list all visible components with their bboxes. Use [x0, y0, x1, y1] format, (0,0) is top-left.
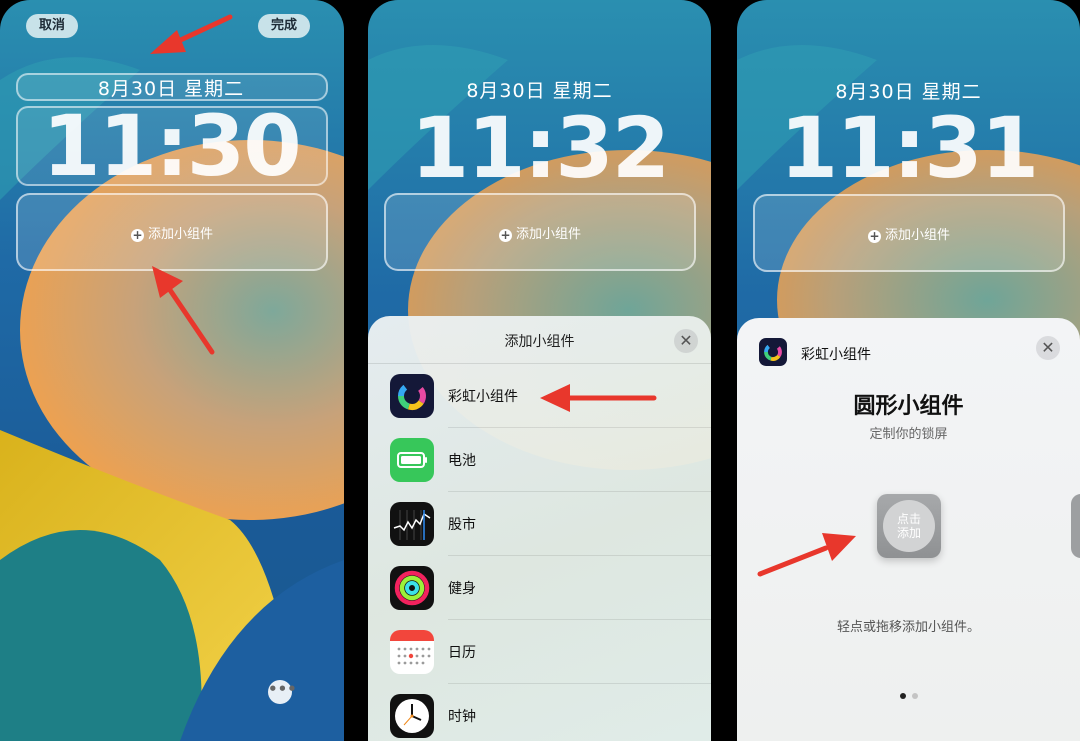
- calendar-icon: [390, 630, 434, 674]
- circular-widget-preview[interactable]: 点击 添加: [877, 494, 941, 558]
- time-label: 11:31: [779, 99, 1039, 197]
- plus-circle-icon: +: [130, 228, 144, 242]
- close-icon[interactable]: ✕: [674, 329, 698, 353]
- widget-gallery-panel: 8月30日 星期二 11:31 + 添加小组件 彩虹小组件 ✕ 圆形小组件 定制你…: [737, 0, 1080, 741]
- add-widget-sheet: 添加小组件 ✕ 彩虹小组件 电池 股市 健身 日历 时钟: [368, 316, 711, 741]
- ellipsis-icon[interactable]: •••: [268, 680, 297, 704]
- add-widget-area[interactable]: + 添加小组件: [16, 193, 328, 271]
- battery-icon: [390, 438, 434, 482]
- app-label: 日历: [448, 645, 476, 661]
- tap-label-line2: 添加: [896, 526, 921, 540]
- add-widget-sheet-panel: 8月30日 星期二 11:32 + 添加小组件 添加小组件 ✕ 彩虹小组件 电池…: [368, 0, 711, 741]
- add-widget-label: 添加小组件: [147, 227, 213, 242]
- time-label: 11:30: [42, 97, 301, 195]
- app-row-fitness[interactable]: 健身: [390, 556, 711, 620]
- app-label: 股市: [448, 517, 476, 533]
- cancel-button[interactable]: 取消: [26, 14, 79, 38]
- fitness-icon: [390, 566, 434, 610]
- widget-detail-sheet: 彩虹小组件 ✕ 圆形小组件 定制你的锁屏 点击 添加 轻点或拖移添加小组件。: [737, 318, 1080, 741]
- hint-text: 轻点或拖移添加小组件。: [836, 620, 980, 635]
- app-label: 电池: [448, 453, 476, 469]
- app-row-rainbow-widget[interactable]: 彩虹小组件: [390, 364, 711, 428]
- lockscreen-editor-panel: 取消 完成 8月30日 星期二 11:30 + 添加小组件 •••: [0, 0, 344, 741]
- rainbow-widget-icon: [759, 338, 787, 366]
- app-label: 时钟: [448, 709, 476, 725]
- plus-circle-icon: +: [867, 229, 881, 243]
- time-label: 11:32: [410, 99, 670, 197]
- app-row-battery[interactable]: 电池: [390, 428, 711, 492]
- app-row-calendar[interactable]: 日历: [390, 620, 711, 684]
- next-widget-preview[interactable]: [1071, 494, 1080, 558]
- clock-icon: [390, 694, 434, 738]
- app-row-clock[interactable]: 时钟: [390, 684, 711, 741]
- tap-label-line1: 点击: [896, 512, 921, 526]
- rainbow-widget-icon: [390, 374, 434, 418]
- widget-subtitle: 定制你的锁屏: [869, 427, 948, 442]
- add-widget-area[interactable]: + 添加小组件: [384, 193, 696, 271]
- close-icon[interactable]: ✕: [1036, 336, 1060, 360]
- add-widget-label: 添加小组件: [515, 227, 581, 242]
- page-dot-active: [899, 693, 906, 699]
- page-indicator[interactable]: [737, 684, 1080, 703]
- page-dot: [911, 693, 918, 699]
- app-row-stocks[interactable]: 股市: [390, 492, 711, 556]
- app-label: 健身: [448, 581, 476, 597]
- sheet-title: 添加小组件: [504, 334, 575, 350]
- add-widget-area[interactable]: + 添加小组件: [753, 194, 1065, 272]
- add-widget-label: 添加小组件: [884, 228, 950, 243]
- stocks-icon: [390, 502, 434, 546]
- plus-circle-icon: +: [498, 228, 512, 242]
- done-button[interactable]: 完成: [258, 14, 311, 38]
- app-label: 彩虹小组件: [448, 389, 518, 405]
- widget-title: 圆形小组件: [853, 394, 964, 419]
- app-name: 彩虹小组件: [801, 347, 871, 363]
